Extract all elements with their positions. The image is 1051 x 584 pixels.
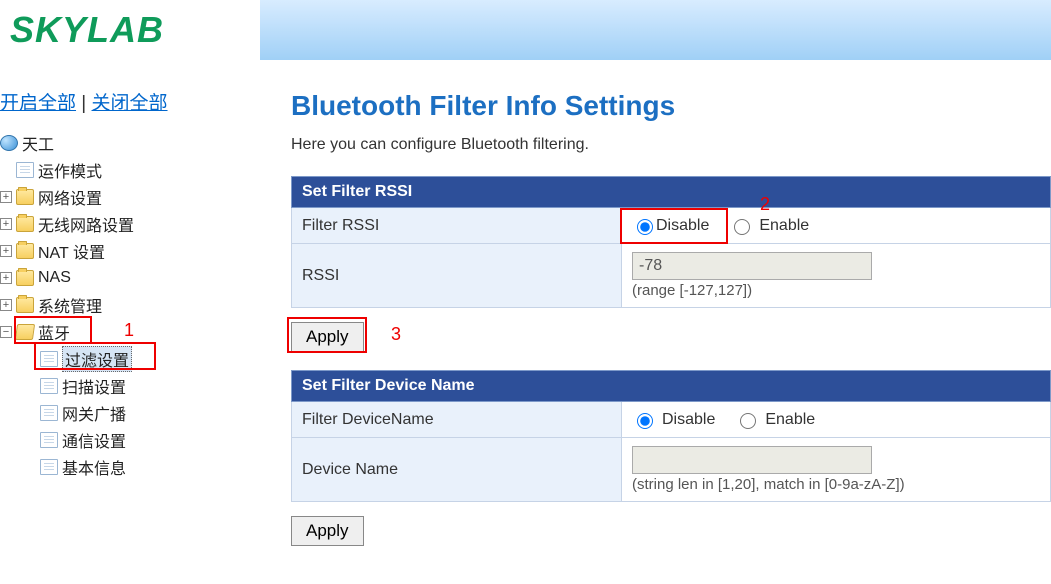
page-icon [40, 378, 58, 394]
filter-rssi-enable-radio[interactable] [734, 219, 750, 235]
page-icon [40, 405, 58, 421]
rssi-hint: (range [-127,127]) [632, 282, 1040, 299]
annotation-3: 3 [391, 324, 401, 345]
rssi-input[interactable] [632, 252, 872, 280]
enable-label: Enable [765, 411, 815, 429]
tree-item-network[interactable]: 网络设置 [38, 185, 102, 209]
collapse-all-link[interactable]: 关闭全部 [92, 93, 168, 114]
globe-icon [0, 135, 18, 151]
filter-rssi-header: Set Filter RSSI [292, 177, 1051, 208]
page-icon [40, 351, 58, 367]
page-icon [40, 459, 58, 475]
devicename-label: Device Name [292, 438, 622, 502]
tree-root[interactable]: 天工 [22, 131, 54, 155]
annotation-1: 1 [124, 320, 134, 341]
tree-item-system[interactable]: 系统管理 [38, 293, 102, 317]
main-content: Bluetooth Filter Info Settings Here you … [251, 60, 1051, 584]
tree-item-comm-settings[interactable]: 通信设置 [62, 428, 126, 452]
filter-devicename-table: Set Filter Device Name Filter DeviceName… [291, 370, 1051, 502]
expand-icon[interactable]: + [0, 299, 12, 311]
folder-icon [16, 189, 34, 205]
devicename-hint: (string len in [1,20], match in [0-9a-zA… [632, 476, 1040, 493]
devicename-input[interactable] [632, 446, 872, 474]
rssi-label: RSSI [292, 244, 622, 308]
disable-label: Disable [656, 217, 709, 235]
page-icon [16, 162, 34, 178]
expand-icon[interactable]: + [0, 272, 12, 284]
tree-item-gateway-adv[interactable]: 网关广播 [62, 401, 126, 425]
tree-item-filter-settings[interactable]: 过滤设置 [62, 346, 132, 372]
folder-icon [16, 243, 34, 259]
page-icon [40, 432, 58, 448]
folder-icon [16, 216, 34, 232]
expand-icon[interactable]: + [0, 191, 12, 203]
sidebar: 开启全部 | 关闭全部 天工 运作模式 + 网络设置 + 无线网 [0, 60, 251, 584]
disable-label: Disable [662, 411, 715, 429]
folder-icon [16, 297, 34, 313]
tree-item-nat[interactable]: NAT 设置 [38, 239, 105, 263]
expand-icon[interactable]: + [0, 245, 12, 257]
tree-item-scan-settings[interactable]: 扫描设置 [62, 374, 126, 398]
collapse-icon[interactable]: − [0, 326, 12, 338]
page-description: Here you can configure Bluetooth filteri… [291, 136, 1051, 154]
filter-rssi-table: Set Filter RSSI Filter RSSI Disable Enab… [291, 176, 1051, 308]
filter-devicename-label: Filter DeviceName [292, 402, 622, 438]
tree-item-basic-info[interactable]: 基本信息 [62, 455, 126, 479]
annotation-2: 2 [760, 194, 770, 215]
tree-item-wireless[interactable]: 无线网路设置 [38, 212, 134, 236]
filter-devicename-disable-radio[interactable] [637, 413, 653, 429]
tree-item-bluetooth[interactable]: 蓝牙 [38, 320, 70, 344]
folder-icon [16, 270, 34, 286]
filter-devicename-header: Set Filter Device Name [292, 371, 1051, 402]
filter-devicename-enable-radio[interactable] [740, 413, 756, 429]
nav-tree: 天工 运作模式 + 网络设置 + 无线网路设置 + NAT 设置 [0, 129, 243, 480]
svg-text:SKYLAB: SKYLAB [10, 9, 164, 50]
header-banner [260, 0, 1051, 60]
brand-logo: SKYLAB [10, 8, 220, 52]
enable-label: Enable [759, 217, 809, 235]
tree-item-nas[interactable]: NAS [38, 269, 71, 287]
filter-rssi-label: Filter RSSI [292, 208, 622, 244]
expand-icon[interactable]: + [0, 218, 12, 230]
folder-open-icon [15, 324, 35, 340]
filter-rssi-disable-radio[interactable] [637, 219, 653, 235]
expand-all-link[interactable]: 开启全部 [0, 93, 76, 114]
tree-item-mode[interactable]: 运作模式 [38, 158, 102, 182]
logo-area: SKYLAB [0, 0, 260, 60]
apply-devicename-button[interactable]: Apply [291, 516, 364, 546]
page-title: Bluetooth Filter Info Settings [291, 90, 1051, 122]
apply-rssi-button[interactable]: Apply [291, 322, 364, 352]
